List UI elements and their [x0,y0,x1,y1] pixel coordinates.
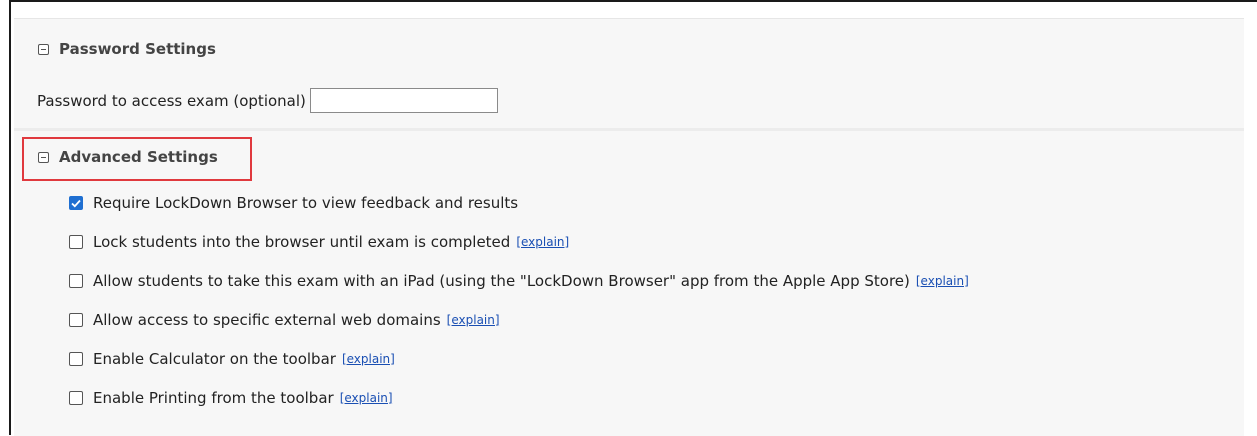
option-label: Lock students into the browser until exa… [93,233,511,251]
settings-panel [14,18,1244,436]
option-enable-calculator: Enable Calculator on the toolbar [explai… [69,350,395,368]
checkbox[interactable] [69,391,83,405]
password-input[interactable] [309,88,498,113]
option-label: Require LockDown Browser to view feedbac… [93,194,519,212]
checkbox[interactable] [69,274,83,288]
option-label: Allow access to specific external web do… [93,311,441,329]
option-label: Allow students to take this exam with an… [93,272,910,290]
option-allow-ipad: Allow students to take this exam with an… [69,272,969,290]
option-label: Enable Printing from the toolbar [93,389,334,407]
checkbox[interactable] [69,196,83,210]
advanced-settings-header[interactable]: Advanced Settings [38,148,218,166]
option-require-lockdown: Require LockDown Browser to view feedbac… [69,194,518,212]
advanced-settings-title: Advanced Settings [59,148,218,166]
collapse-icon[interactable] [38,43,49,55]
checkbox[interactable] [69,313,83,327]
collapse-icon[interactable] [38,151,49,163]
explain-link[interactable]: [explain] [916,274,969,288]
option-lock-students: Lock students into the browser until exa… [69,233,569,251]
option-external-domains: Allow access to specific external web do… [69,311,500,329]
explain-link[interactable]: [explain] [342,352,395,366]
password-row: Password to access exam (optional) [37,88,498,113]
password-label: Password to access exam (optional) [37,91,306,110]
section-divider [14,128,1244,131]
explain-link[interactable]: [explain] [340,391,393,405]
option-enable-printing: Enable Printing from the toolbar [explai… [69,389,393,407]
password-settings-title: Password Settings [59,40,216,58]
checkbox[interactable] [69,235,83,249]
explain-link[interactable]: [explain] [516,235,569,249]
checkmark-icon [71,199,81,207]
checkbox[interactable] [69,352,83,366]
explain-link[interactable]: [explain] [447,313,500,327]
option-label: Enable Calculator on the toolbar [93,350,336,368]
password-settings-header[interactable]: Password Settings [38,40,216,58]
